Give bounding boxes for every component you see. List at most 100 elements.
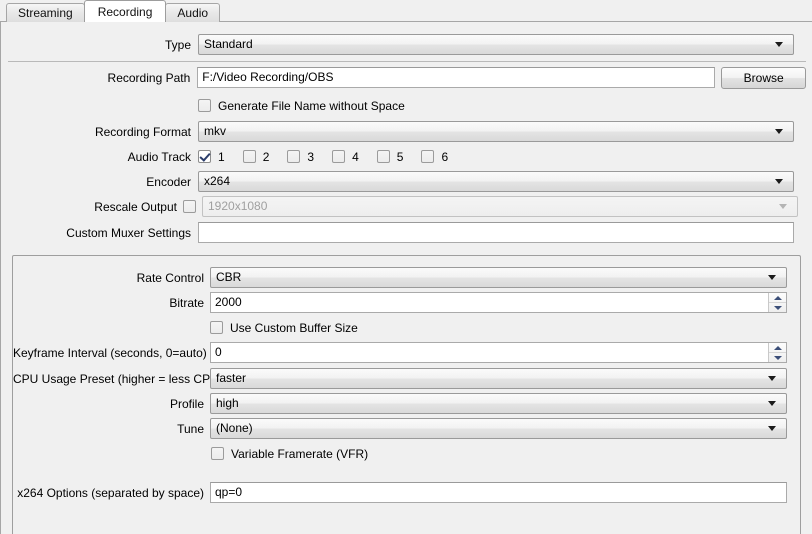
- row-use-custom-buffer: Use Custom Buffer Size: [210, 316, 358, 339]
- bitrate-stepper[interactable]: [768, 293, 786, 312]
- row-custom-muxer: Custom Muxer Settings: [1, 221, 801, 244]
- browse-button-label: Browse: [743, 70, 784, 85]
- recording-settings-page: Streaming Recording Audio Type Standard …: [0, 0, 812, 534]
- stepper-up-icon[interactable]: [769, 293, 786, 303]
- row-tune: Tune (None): [13, 417, 793, 440]
- recording-path-value: F:/Video Recording/OBS: [202, 70, 334, 84]
- audio-track-6-label: 6: [441, 149, 449, 164]
- row-bitrate: Bitrate 2000: [13, 291, 793, 314]
- recording-path-label: Recording Path: [107, 70, 191, 85]
- checkbox-box: [332, 150, 346, 163]
- profile-combobox[interactable]: high: [210, 393, 787, 414]
- chevron-down-icon: [768, 401, 776, 406]
- audio-track-2-label: 2: [262, 149, 270, 164]
- x264-options-label: x264 Options (separated by space): [17, 485, 204, 500]
- recording-tab-panel: Type Standard Recording Path F:/Video Re…: [0, 22, 812, 534]
- audio-track-3-label: 3: [307, 149, 315, 164]
- rate-control-combobox[interactable]: CBR: [210, 267, 787, 288]
- row-generate-file-name: Generate File Name without Space: [198, 94, 405, 117]
- keyframe-interval-spinbox[interactable]: 0: [210, 342, 787, 363]
- row-recording-path: Recording Path F:/Video Recording/OBS Br…: [1, 66, 806, 89]
- bitrate-value: 2000: [215, 295, 242, 309]
- rescale-output-value: 1920x1080: [208, 199, 268, 213]
- cpu-preset-combobox[interactable]: faster: [210, 368, 787, 389]
- checkbox-box: [210, 321, 223, 334]
- custom-muxer-input[interactable]: [198, 222, 794, 243]
- audio-track-6-checkbox[interactable]: 6: [421, 150, 448, 164]
- row-rate-control: Rate Control CBR: [13, 266, 793, 289]
- section-separator: [8, 61, 806, 62]
- chevron-down-icon: [775, 129, 783, 134]
- audio-track-2-checkbox[interactable]: 2: [242, 149, 270, 164]
- generate-file-name-checkbox[interactable]: Generate File Name without Space: [198, 99, 405, 113]
- recording-format-combobox[interactable]: mkv: [198, 121, 794, 142]
- encoder-label: Encoder: [146, 174, 191, 189]
- recording-path-input[interactable]: F:/Video Recording/OBS: [197, 67, 716, 88]
- tune-value: (None): [216, 421, 253, 435]
- keyframe-interval-label: Keyframe Interval (seconds, 0=auto): [13, 345, 207, 360]
- cpu-preset-value: faster: [216, 371, 247, 385]
- row-x264-options: x264 Options (separated by space) qp=0: [13, 481, 793, 504]
- tab-audio[interactable]: Audio: [165, 3, 221, 22]
- row-rescale-output: Rescale Output 1920x1080: [1, 195, 801, 218]
- bitrate-label: Bitrate: [169, 295, 204, 310]
- browse-button[interactable]: Browse: [721, 66, 806, 89]
- tab-recording[interactable]: Recording: [83, 0, 167, 22]
- custom-muxer-label: Custom Muxer Settings: [66, 225, 191, 240]
- row-profile: Profile high: [13, 392, 793, 415]
- recording-format-value: mkv: [204, 124, 226, 138]
- audio-track-3-checkbox[interactable]: 3: [287, 150, 314, 164]
- audio-track-1-checkbox[interactable]: 1: [198, 150, 225, 164]
- row-audio-track: Audio Track 1 2 3 4 5 6: [1, 145, 449, 168]
- row-type: Type Standard: [1, 33, 801, 56]
- audio-track-1-label: 1: [218, 149, 225, 164]
- tab-audio-label: Audio: [177, 5, 209, 20]
- chevron-down-icon: [768, 275, 776, 280]
- stepper-up-icon[interactable]: [769, 343, 786, 353]
- keyframe-interval-value: 0: [215, 345, 222, 359]
- row-recording-format: Recording Format mkv: [1, 120, 801, 143]
- tune-label: Tune: [177, 421, 204, 436]
- tune-combobox[interactable]: (None): [210, 418, 787, 439]
- cpu-preset-label: CPU Usage Preset (higher = less CPU): [13, 371, 223, 386]
- generate-file-name-label: Generate File Name without Space: [218, 98, 405, 113]
- audio-track-4-checkbox[interactable]: 4: [332, 150, 359, 164]
- type-combobox[interactable]: Standard: [198, 34, 794, 55]
- x264-options-value: qp=0: [215, 485, 243, 499]
- use-custom-buffer-label: Use Custom Buffer Size: [230, 320, 358, 335]
- checkbox-box: [242, 150, 256, 163]
- profile-label: Profile: [169, 396, 204, 411]
- tab-streaming[interactable]: Streaming: [6, 3, 85, 22]
- encoder-settings-groupbox: Rate Control CBR Bitrate 2000 Use Custom…: [12, 255, 801, 534]
- variable-framerate-label: Variable Framerate (VFR): [231, 446, 369, 461]
- variable-framerate-checkbox[interactable]: Variable Framerate (VFR): [211, 447, 368, 461]
- stepper-down-icon[interactable]: [769, 303, 786, 312]
- checkbox-box: [198, 99, 211, 112]
- stepper-down-icon[interactable]: [769, 353, 786, 362]
- rescale-output-label: Rescale Output: [94, 199, 177, 214]
- encoder-value: x264: [204, 174, 231, 188]
- bitrate-spinbox[interactable]: 2000: [210, 292, 787, 313]
- rescale-output-checkbox[interactable]: [183, 200, 196, 213]
- row-encoder: Encoder x264: [1, 170, 801, 193]
- checkbox-box: [421, 150, 435, 163]
- checkbox-box: [183, 200, 196, 213]
- tab-streaming-label: Streaming: [18, 5, 73, 20]
- checkbox-box: [211, 447, 224, 460]
- checkbox-box: [198, 150, 211, 163]
- checkbox-box: [287, 150, 301, 163]
- keyframe-interval-stepper[interactable]: [768, 343, 786, 362]
- recording-format-label: Recording Format: [94, 124, 191, 139]
- profile-value: high: [216, 396, 239, 410]
- type-label: Type: [164, 37, 191, 52]
- encoder-combobox[interactable]: x264: [198, 171, 794, 192]
- x264-options-input[interactable]: qp=0: [210, 482, 787, 503]
- audio-track-5-checkbox[interactable]: 5: [376, 150, 403, 164]
- audio-track-label: Audio Track: [127, 149, 191, 164]
- tab-recording-label: Recording: [97, 4, 153, 19]
- row-keyframe-interval: Keyframe Interval (seconds, 0=auto) 0: [13, 341, 793, 364]
- chevron-down-icon: [775, 179, 783, 184]
- audio-track-4-label: 4: [352, 149, 359, 164]
- row-cpu-preset: CPU Usage Preset (higher = less CPU) fas…: [13, 367, 793, 390]
- use-custom-buffer-checkbox[interactable]: Use Custom Buffer Size: [210, 321, 358, 335]
